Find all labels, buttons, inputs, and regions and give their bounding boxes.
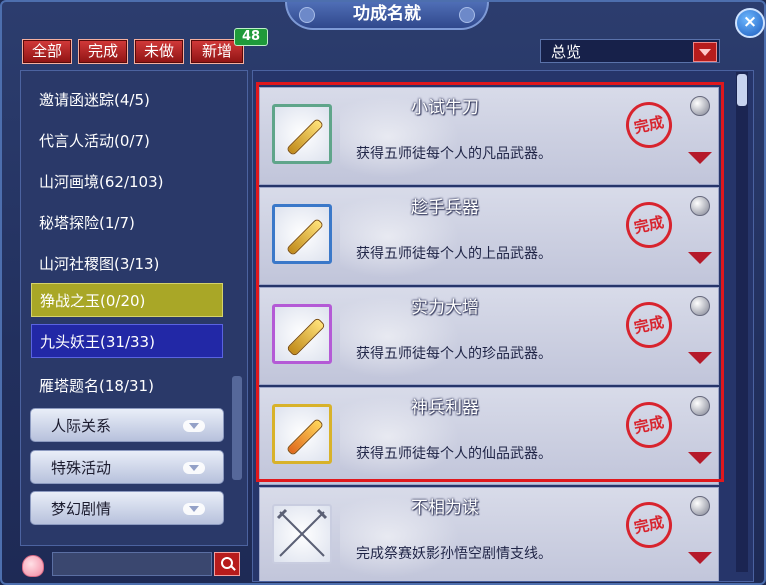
sidebar-item[interactable]: 山河社稷图(3/13) (31, 247, 223, 281)
search-button[interactable] (214, 552, 240, 576)
achievement-name: 不相为谋 (411, 498, 479, 518)
sidebar-item[interactable]: 邀请函迷踪(4/5) (31, 83, 223, 117)
sidebar-item[interactable]: 雁塔题名(18/31) (31, 369, 223, 403)
achievement-desc: 获得五师徒每个人的珍品武器。 (356, 346, 552, 362)
chevron-down-icon (183, 462, 205, 474)
pearl-icon (690, 96, 710, 116)
achievement-window: 功成名就 × 全部 完成 未做 新增 48 总览 邀请函迷踪(4/5) 代言人活… (0, 0, 766, 585)
purple-golden-club-icon (287, 318, 325, 356)
title-orb-right-icon (459, 7, 475, 23)
title-orb-left-icon (299, 7, 315, 23)
completed-stamp: 完成 (621, 197, 677, 253)
sidebar-item[interactable]: 代言人活动(0/7) (31, 124, 223, 158)
category-label: 人际关系 (51, 417, 112, 435)
chevron-down-icon (183, 420, 205, 432)
completed-stamp: 完成 (621, 97, 677, 153)
tab-undone[interactable]: 未做 (134, 39, 184, 64)
search-bar (20, 550, 246, 580)
achievement-card[interactable]: 神兵利器 获得五师徒每个人的仙品武器。 完成 (259, 387, 719, 485)
achievement-name: 趁手兵器 (411, 198, 479, 218)
scrollbar-thumb[interactable] (737, 74, 747, 106)
chevron-down-icon (183, 503, 205, 515)
category-header-special[interactable]: 特殊活动 (30, 450, 224, 484)
search-input[interactable] (52, 552, 212, 576)
achievement-card[interactable]: 不相为谋 完成祭赛妖影孙悟空剧情支线。 完成 (259, 487, 719, 581)
dropdown-arrow-icon[interactable] (693, 42, 717, 62)
achievement-desc: 完成祭赛妖影孙悟空剧情支线。 (356, 546, 552, 562)
category-header-relations[interactable]: 人际关系 (30, 408, 224, 442)
pearl-icon (690, 196, 710, 216)
expand-arrow-icon[interactable] (688, 152, 712, 164)
category-sidebar: 邀请函迷踪(4/5) 代言人活动(0/7) 山河画境(62/103) 秘塔探险(… (20, 70, 248, 546)
golden-flame-staff-icon (287, 419, 323, 455)
achievement-icon-frame (272, 304, 332, 364)
pearl-icon (690, 296, 710, 316)
achievement-card[interactable]: 趁手兵器 获得五师徒每个人的上品武器。 完成 (259, 187, 719, 285)
achievement-desc: 获得五师徒每个人的仙品武器。 (356, 446, 552, 462)
category-label: 特殊活动 (51, 459, 112, 477)
title-bar: 功成名就 (285, 2, 489, 30)
tab-all[interactable]: 全部 (22, 39, 72, 64)
close-button[interactable]: × (735, 8, 765, 38)
expand-arrow-icon[interactable] (688, 352, 712, 364)
sidebar-item-selected[interactable]: 九头妖王(31/33) (31, 324, 223, 358)
crossed-swords-icon (276, 508, 328, 557)
sidebar-item[interactable]: 秘塔探险(1/7) (31, 206, 223, 240)
filter-select[interactable]: 总览 (540, 39, 720, 63)
achievement-icon-frame (272, 404, 332, 464)
green-wooden-staff-icon (287, 119, 323, 155)
achievement-icon-frame (272, 504, 332, 564)
expand-arrow-icon[interactable] (688, 252, 712, 264)
achievement-card[interactable]: 小试牛刀 获得五师徒每个人的凡品武器。 完成 (259, 87, 719, 185)
close-icon: × (742, 12, 758, 32)
pearl-icon (690, 496, 710, 516)
sidebar-item[interactable]: 山河画境(62/103) (31, 165, 223, 199)
completed-stamp: 完成 (621, 297, 677, 353)
list-scrollbar[interactable] (736, 72, 748, 572)
achievement-icon-frame (272, 104, 332, 164)
expand-arrow-icon[interactable] (688, 552, 712, 564)
achievement-name: 实力大增 (411, 298, 479, 318)
expand-arrow-icon[interactable] (688, 452, 712, 464)
category-header-story[interactable]: 梦幻剧情 (30, 491, 224, 525)
pearl-icon (690, 396, 710, 416)
blue-wooden-staff-icon (287, 219, 323, 255)
achievement-card[interactable]: 实力大增 获得五师徒每个人的珍品武器。 完成 (259, 287, 719, 385)
new-count-badge: 48 (234, 28, 268, 46)
achievement-name: 小试牛刀 (411, 98, 479, 118)
completed-stamp: 完成 (621, 397, 677, 453)
achievement-icon-frame (272, 204, 332, 264)
window-title: 功成名就 (353, 4, 421, 24)
tab-completed[interactable]: 完成 (78, 39, 128, 64)
completed-stamp: 完成 (621, 497, 677, 553)
achievement-name: 神兵利器 (411, 398, 479, 418)
achievement-desc: 获得五师徒每个人的上品武器。 (356, 246, 552, 262)
sidebar-scrollbar[interactable] (232, 376, 242, 480)
category-label: 梦幻剧情 (51, 500, 112, 518)
achievement-desc: 获得五师徒每个人的凡品武器。 (356, 146, 552, 162)
achievement-list: 小试牛刀 获得五师徒每个人的凡品武器。 完成 趁手兵器 获得五师徒每个人的上品武… (252, 70, 754, 582)
filter-selected-value: 总览 (551, 43, 582, 61)
peach-icon (22, 555, 44, 577)
sidebar-item-highlighted[interactable]: 狰战之玉(0/20) (31, 283, 223, 317)
